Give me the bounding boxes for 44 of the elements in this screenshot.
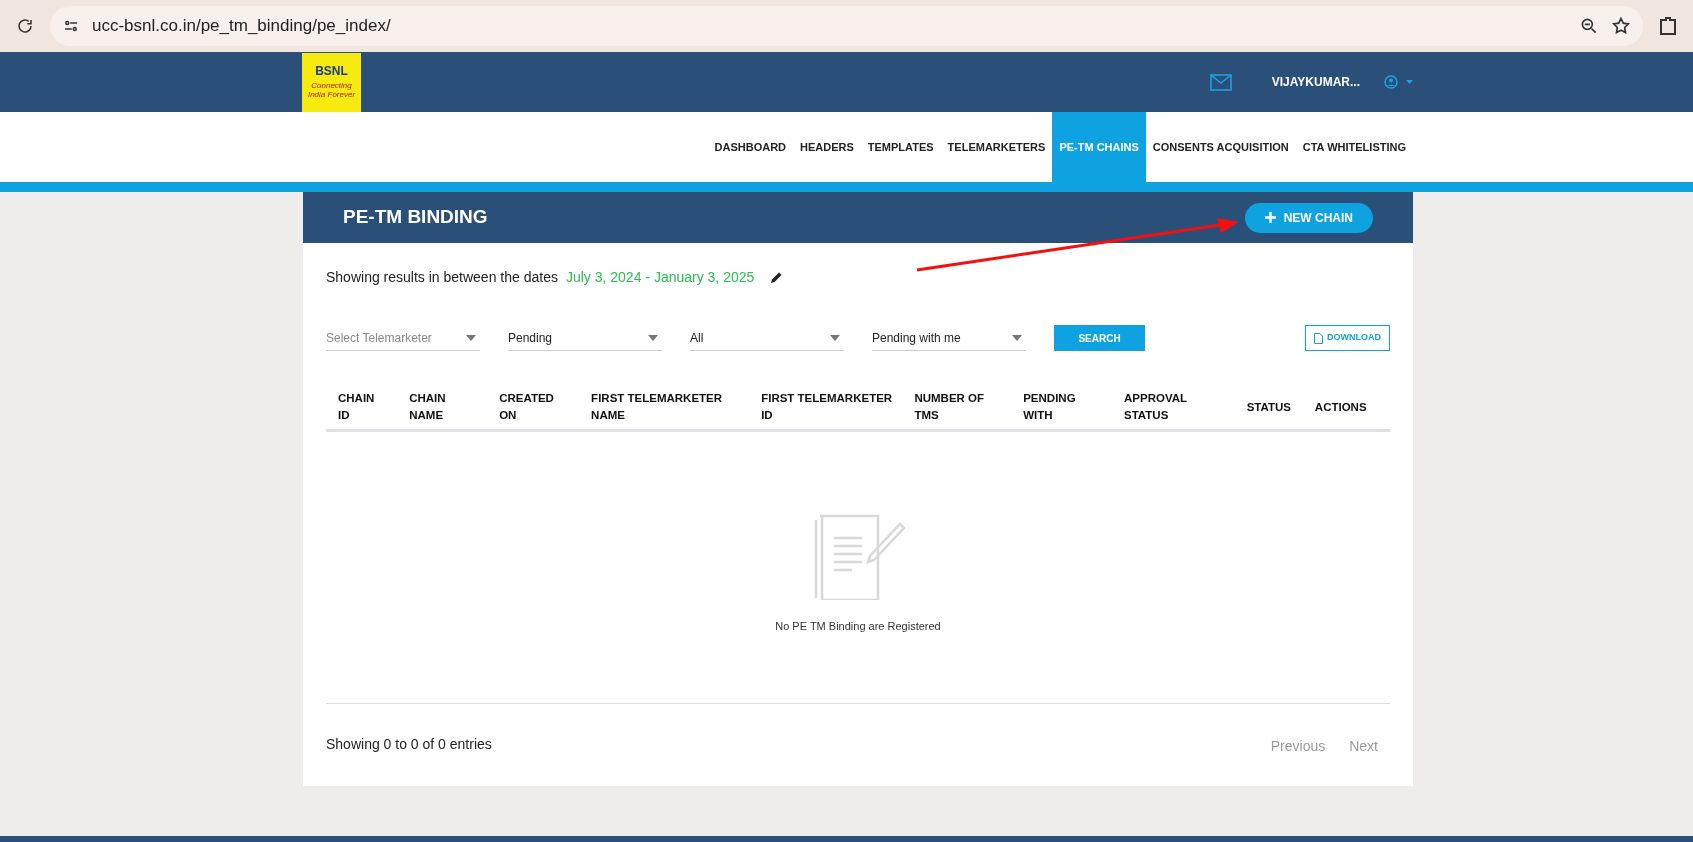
address-bar[interactable]: ucc-bsnl.co.in/pe_tm_binding/pe_index/ [50,6,1643,46]
zoom-out-icon[interactable] [1579,16,1599,36]
column-header: FIRST TELEMARKETER ID [761,391,894,423]
filter-dropdown[interactable]: Pending with me [872,325,1026,351]
logo-text: BSNL [315,65,348,77]
dropdown-caret-icon [830,334,840,341]
card-title: PE-TM BINDING [343,205,488,230]
column-header: FIRST TELEMARKETER NAME [591,391,724,423]
column-header: CHAIN ID [338,391,376,423]
dropdown-caret-icon [466,334,476,341]
date-range-label: Showing results in between the dates [326,268,558,287]
logo[interactable]: BSNL Connecting India Forever [302,52,361,112]
user-avatar-icon[interactable] [1384,75,1398,89]
mail-icon[interactable] [1209,73,1232,91]
nav-tab[interactable]: TELEMARKETERS [940,112,1053,182]
pencil-icon[interactable] [770,271,784,284]
column-header: ACTIONS [1314,399,1368,415]
nav-tab[interactable]: HEADERS [793,112,861,182]
column-header: NUMBER OF TMS [914,391,986,423]
dropdown-caret-icon[interactable] [1406,80,1413,84]
url-text: ucc-bsnl.co.in/pe_tm_binding/pe_index/ [92,15,391,38]
logo-tagline: Connecting India Forever [306,81,357,99]
dropdown-caret-icon [648,334,658,341]
entries-info: Showing 0 to 0 of 0 entries [326,734,492,754]
empty-state-message: No PE TM Binding are Registered [775,619,941,634]
nav-tab[interactable]: CTA WHITELISTING [1295,112,1413,182]
nav-tab[interactable]: DASHBOARD [707,112,793,182]
document-icon [1314,332,1323,344]
user-name[interactable]: VIJAYKUMAR... [1271,73,1360,91]
filter-dropdown[interactable]: Pending [508,325,662,351]
column-header: CREATED ON [499,391,555,423]
column-header: STATUS [1246,399,1292,415]
column-header: APPROVAL STATUS [1124,391,1189,423]
bookmark-star-icon[interactable] [1611,16,1631,36]
plus-icon [1264,212,1276,223]
filter-dropdown[interactable]: All [690,325,844,351]
column-header: PENDING WITH [1023,391,1077,423]
filter-dropdown[interactable]: Select Telemarketer [326,325,480,351]
column-header: CHAIN NAME [409,391,447,423]
nav-tab[interactable]: TEMPLATES [860,112,941,182]
dropdown-caret-icon [1012,334,1022,341]
extensions-icon[interactable] [1659,16,1677,36]
nav-tab[interactable]: CONSENTS ACQUISITION [1145,112,1296,182]
reload-icon[interactable] [16,17,34,35]
